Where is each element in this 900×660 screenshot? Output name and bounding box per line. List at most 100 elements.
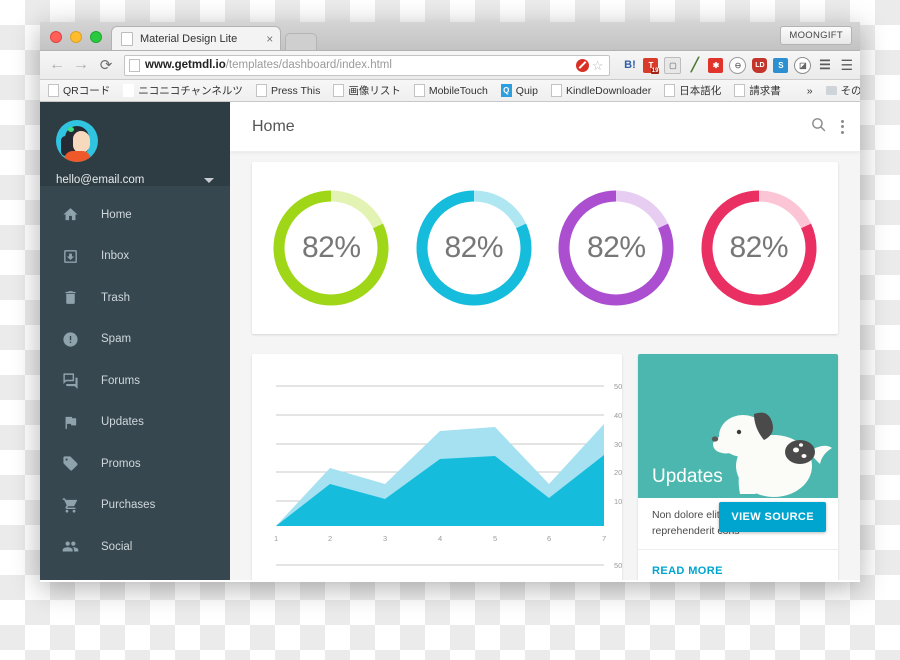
folder-icon xyxy=(825,86,837,95)
sidebar-item-spam[interactable]: Spam xyxy=(40,319,230,361)
maximize-window-button[interactable] xyxy=(90,31,102,43)
forward-button[interactable]: → xyxy=(71,57,91,73)
bookmarks-overflow-button[interactable]: » xyxy=(807,85,813,97)
updates-card-title: Updates xyxy=(652,466,723,487)
todoist-icon[interactable]: T xyxy=(643,57,660,74)
flag-icon xyxy=(62,414,79,431)
extension-toolbar: B! T ▢ ╱ ✱ ⊖ LD S ◪ ☰ ☰ xyxy=(617,56,853,74)
clock-icon[interactable]: ◪ xyxy=(794,56,812,74)
gauge-value: 82% xyxy=(444,231,504,264)
sidebar-item-purchases[interactable]: Purchases xyxy=(40,485,230,527)
hamburger-icon[interactable]: ☰ xyxy=(838,57,853,74)
dashboard-lower-row: 500 400 300 200 100 1 2 3 xyxy=(252,354,838,580)
url-path: /templates/dashboard/index.html xyxy=(225,59,392,71)
app-sidebar: hello@email.com Home Inbox Trash Spam Fo… xyxy=(40,102,230,580)
sidebar-item-label: Updates xyxy=(101,416,144,429)
gauge-value: 82% xyxy=(586,231,646,264)
home-icon xyxy=(62,206,79,223)
bookmark-item[interactable]: KindleDownloader xyxy=(550,84,652,97)
address-bar[interactable]: www.getmdl.io/templates/dashboard/index.… xyxy=(124,54,611,76)
app-header: Home xyxy=(230,102,860,152)
sidebar-item-label: Inbox xyxy=(101,250,130,263)
s-extension-icon[interactable]: S xyxy=(773,57,789,73)
close-tab-button[interactable]: × xyxy=(266,33,273,45)
avatar-hairclip xyxy=(68,127,74,132)
avatar-shirt xyxy=(64,151,91,162)
new-tab-button[interactable] xyxy=(285,33,318,50)
people-icon xyxy=(62,538,79,555)
read-more-link[interactable]: READ MORE xyxy=(652,565,723,577)
bookmark-item[interactable]: 請求書 xyxy=(734,83,781,98)
url-text: www.getmdl.io/templates/dashboard/index.… xyxy=(145,59,392,71)
sidebar-item-label: Social xyxy=(101,540,133,553)
sidebar-item-trash[interactable]: Trash xyxy=(40,277,230,319)
sidebar-item-home[interactable]: Home xyxy=(40,194,230,236)
x-tick-label: 5 xyxy=(493,534,497,543)
bookmark-item[interactable]: ニコニコチャンネルツ xyxy=(123,83,243,98)
lastpass-icon[interactable]: LD xyxy=(752,57,768,73)
bookmark-item[interactable]: Quip xyxy=(500,84,538,97)
y-tick-label: 100 xyxy=(614,497,622,506)
sidebar-item-updates[interactable]: Updates xyxy=(40,402,230,444)
x-tick-label: 3 xyxy=(383,534,387,543)
user-avatar[interactable] xyxy=(56,120,98,162)
browser-tab[interactable]: Material Design Lite × xyxy=(111,26,282,50)
x-tick-label: 7 xyxy=(602,534,606,543)
sidebar-nav: Home Inbox Trash Spam Forums Updates Pro… xyxy=(40,186,230,580)
sidebar-item-social[interactable]: Social xyxy=(40,526,230,568)
browser-tabstrip: Material Design Lite × MOONGIFT xyxy=(40,22,860,51)
reload-button[interactable]: ⟳ xyxy=(95,56,117,74)
bookmark-item[interactable]: MobileTouch xyxy=(413,84,488,97)
eyedropper-icon[interactable]: ╱ xyxy=(687,57,702,73)
gauges-card: 82% 82% 82% 82% xyxy=(252,162,838,334)
chevron-down-icon[interactable] xyxy=(204,177,214,183)
opera-circle-icon[interactable]: ⊖ xyxy=(729,56,747,74)
tab-title: Material Design Lite xyxy=(140,32,238,45)
asterisk-icon[interactable]: ✱ xyxy=(708,57,724,73)
other-bookmarks-folder[interactable]: その他のブックマーク xyxy=(825,83,860,98)
view-source-button[interactable]: VIEW SOURCE xyxy=(719,502,826,532)
star-icon[interactable]: ☆ xyxy=(592,59,604,72)
x-tick-label: 2 xyxy=(328,534,332,543)
donut-gauge: 82% xyxy=(697,186,821,310)
updates-card-footer: READ MORE xyxy=(638,549,838,580)
avatar-face xyxy=(73,131,90,153)
x-tick-label: 6 xyxy=(547,534,551,543)
bookmark-label: KindleDownloader xyxy=(565,84,652,97)
sidebar-header: hello@email.com xyxy=(40,102,230,186)
quip-icon xyxy=(500,84,512,97)
area-chart-svg: 500 400 300 200 100 1 2 3 xyxy=(274,382,622,570)
cart-icon xyxy=(62,497,79,514)
y-tick-label: 300 xyxy=(614,440,622,449)
profile-badge[interactable]: MOONGIFT xyxy=(780,26,852,45)
trash-icon xyxy=(62,289,79,306)
sidebar-item-promos[interactable]: Promos xyxy=(40,443,230,485)
account-switcher[interactable]: hello@email.com xyxy=(56,174,214,186)
layers-icon[interactable]: ☰ xyxy=(817,57,832,73)
sidebar-item-forums[interactable]: Forums xyxy=(40,360,230,402)
page-icon xyxy=(48,84,59,97)
bookmark-item[interactable]: QRコード xyxy=(48,83,110,98)
user-email: hello@email.com xyxy=(56,174,145,186)
page-icon xyxy=(333,84,345,97)
bookmark-item[interactable]: 画像リスト xyxy=(333,83,401,98)
search-icon[interactable] xyxy=(810,116,827,138)
dashboard-content: 82% 82% 82% 82% 50 40 30 20 10 1 2 3 4 5… xyxy=(230,152,860,580)
area-chart-card: 500 400 300 200 100 1 2 3 xyxy=(252,354,622,580)
y-tick-label: 200 xyxy=(614,468,622,477)
bookmark-item[interactable]: Press This xyxy=(255,84,320,97)
window-capture-icon[interactable]: ▢ xyxy=(664,56,682,74)
sidebar-item-inbox[interactable]: Inbox xyxy=(40,236,230,278)
close-window-button[interactable] xyxy=(50,31,62,43)
bookmark-item[interactable]: 日本語化 xyxy=(664,83,721,98)
block-icon[interactable] xyxy=(575,58,589,72)
sidebar-item-label: Promos xyxy=(101,457,141,470)
back-button[interactable]: ← xyxy=(47,57,67,73)
minimize-window-button[interactable] xyxy=(70,31,82,43)
window-controls xyxy=(40,31,111,50)
bookmark-label: 画像リスト xyxy=(348,85,401,97)
donut-gauge: 82% xyxy=(412,186,536,310)
hatena-bookmark-icon[interactable]: B! xyxy=(622,58,637,73)
sidebar-item-label: Trash xyxy=(101,291,130,304)
more-vert-icon[interactable] xyxy=(841,119,844,134)
